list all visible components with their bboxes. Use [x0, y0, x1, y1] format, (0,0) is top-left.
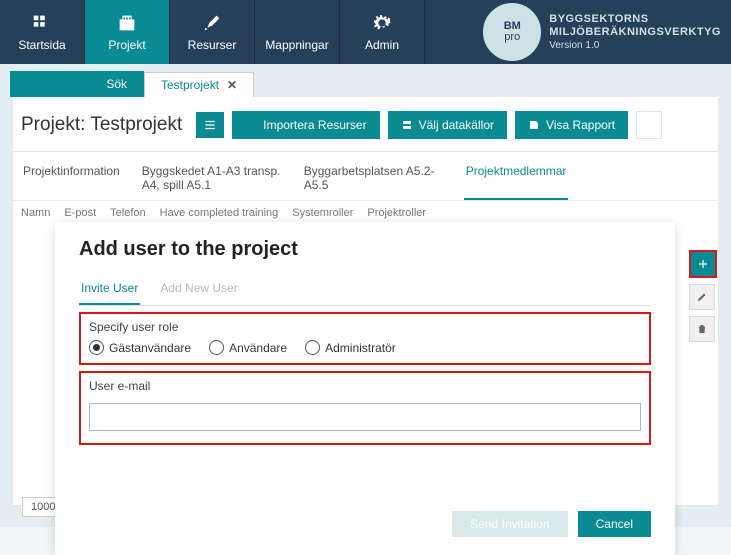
col-telefon[interactable]: Telefon — [110, 207, 145, 219]
import-resources-button[interactable]: Importera Resurser — [232, 111, 379, 139]
nav-label: Projekt — [108, 38, 145, 52]
nav-startsida[interactable]: Startsida — [0, 0, 85, 64]
top-nav: Startsida Projekt Resurser Mappningar Ad… — [0, 0, 731, 64]
brand-logo: BM pro — [483, 3, 541, 61]
email-input[interactable] — [89, 403, 641, 431]
add-member-button[interactable] — [689, 250, 717, 278]
menu-button[interactable] — [196, 112, 224, 138]
modal-tabs: Invite User Add New User — [79, 275, 651, 306]
modal-actions: Send Invitation Cancel — [79, 511, 651, 537]
radio-label: Gästanvändare — [109, 341, 191, 355]
choose-datasources-button[interactable]: Välj datakällor — [388, 111, 507, 139]
col-systemroller[interactable]: Systemroller — [292, 207, 353, 219]
report-label: Visa Rapport — [546, 118, 615, 132]
disabled-action-button — [636, 111, 662, 139]
modal-tab-label: Add New User — [160, 281, 237, 295]
tab-projektmedlemmar[interactable]: Projektmedlemmar — [464, 158, 569, 200]
modal-title: Add user to the project — [79, 238, 651, 261]
delete-member-button[interactable] — [689, 316, 715, 342]
edit-member-button[interactable] — [689, 284, 715, 310]
sect-label: Byggskedet A1-A3 transp. A4, spill A5.1 — [142, 164, 281, 192]
brand-version: Version 1.0 — [549, 39, 721, 52]
radio-gastanvandare[interactable]: Gästanvändare — [89, 340, 191, 355]
brand-logo-bottom: pro — [504, 32, 520, 43]
tab-projektinformation[interactable]: Projektinformation — [21, 158, 122, 200]
col-projektroller[interactable]: Projektroller — [367, 207, 426, 219]
tab-search-label: Sök — [106, 77, 127, 91]
radio-label: Administratör — [325, 341, 396, 355]
radio-label: Användare — [229, 341, 287, 355]
row-actions — [689, 250, 717, 342]
nav-admin[interactable]: Admin — [340, 0, 425, 64]
col-namn[interactable]: Namn — [21, 207, 50, 219]
radio-dot-icon — [209, 340, 224, 355]
nav-label: Admin — [365, 38, 399, 52]
tab-search[interactable]: Sök — [10, 71, 144, 97]
nav-spacer: BM pro BYGGSEKTORNS MILJÖBERÄKNINGSVERKT… — [425, 0, 731, 64]
brand-text: BYGGSEKTORNS MILJÖBERÄKNINGSVERKTYG Vers… — [549, 13, 721, 52]
close-icon[interactable]: ✕ — [227, 78, 237, 92]
section-tabs: Projektinformation Byggskedet A1-A3 tran… — [13, 152, 718, 201]
sect-label: Projektinformation — [23, 164, 120, 178]
brand-line2: MILJÖBERÄKNINGSVERKTYG — [549, 26, 721, 39]
send-invitation-button: Send Invitation — [452, 511, 567, 537]
titlebar: Projekt: Testprojekt Importera Resurser … — [13, 97, 718, 152]
email-label: User e-mail — [89, 379, 641, 393]
radio-dot-icon — [89, 340, 104, 355]
col-epost[interactable]: E-post — [64, 207, 96, 219]
choose-label: Välj datakällor — [419, 118, 494, 132]
nav-projekt[interactable]: Projekt — [85, 0, 170, 64]
tab-doc-label: Testprojekt — [161, 78, 219, 92]
col-training[interactable]: Have completed training — [160, 207, 279, 219]
doc-tabs: Sök Testprojekt ✕ — [0, 64, 731, 96]
sect-label: Projektmedlemmar — [466, 164, 567, 178]
add-user-modal: Add user to the project Invite User Add … — [55, 222, 675, 555]
nav-resurser[interactable]: Resurser — [170, 0, 255, 64]
nav-mappningar[interactable]: Mappningar — [255, 0, 340, 64]
page-title: Projekt: Testprojekt — [21, 114, 182, 136]
radio-dot-icon — [305, 340, 320, 355]
show-report-button[interactable]: Visa Rapport — [515, 111, 628, 139]
brand-line1: BYGGSEKTORNS — [549, 13, 721, 26]
row-count-value: 1000 — [31, 501, 55, 513]
cancel-label: Cancel — [596, 517, 633, 531]
tab-byggskedet[interactable]: Byggskedet A1-A3 transp. A4, spill A5.1 — [140, 158, 284, 200]
brand: BM pro BYGGSEKTORNS MILJÖBERÄKNINGSVERKT… — [483, 3, 721, 61]
tab-add-new-user[interactable]: Add New User — [158, 275, 239, 305]
email-group: User e-mail — [79, 371, 651, 445]
sect-label: Byggarbetsplatsen A5.2-A5.5 — [304, 164, 435, 192]
cancel-button[interactable]: Cancel — [578, 511, 651, 537]
nav-label: Startsida — [18, 38, 65, 52]
tab-invite-user[interactable]: Invite User — [79, 275, 140, 305]
modal-tab-label: Invite User — [81, 281, 138, 295]
tab-byggarbetsplatsen[interactable]: Byggarbetsplatsen A5.2-A5.5 — [302, 158, 446, 200]
tab-testprojekt[interactable]: Testprojekt ✕ — [144, 72, 254, 97]
import-label: Importera Resurser — [263, 118, 366, 132]
radio-administrator[interactable]: Administratör — [305, 340, 396, 355]
role-group: Specify user role Gästanvändare Användar… — [79, 312, 651, 365]
nav-label: Mappningar — [265, 38, 328, 52]
role-radios: Gästanvändare Användare Administratör — [89, 340, 641, 355]
send-label: Send Invitation — [470, 517, 549, 531]
radio-anvandare[interactable]: Användare — [209, 340, 287, 355]
nav-label: Resurser — [188, 38, 237, 52]
role-label: Specify user role — [89, 320, 641, 334]
